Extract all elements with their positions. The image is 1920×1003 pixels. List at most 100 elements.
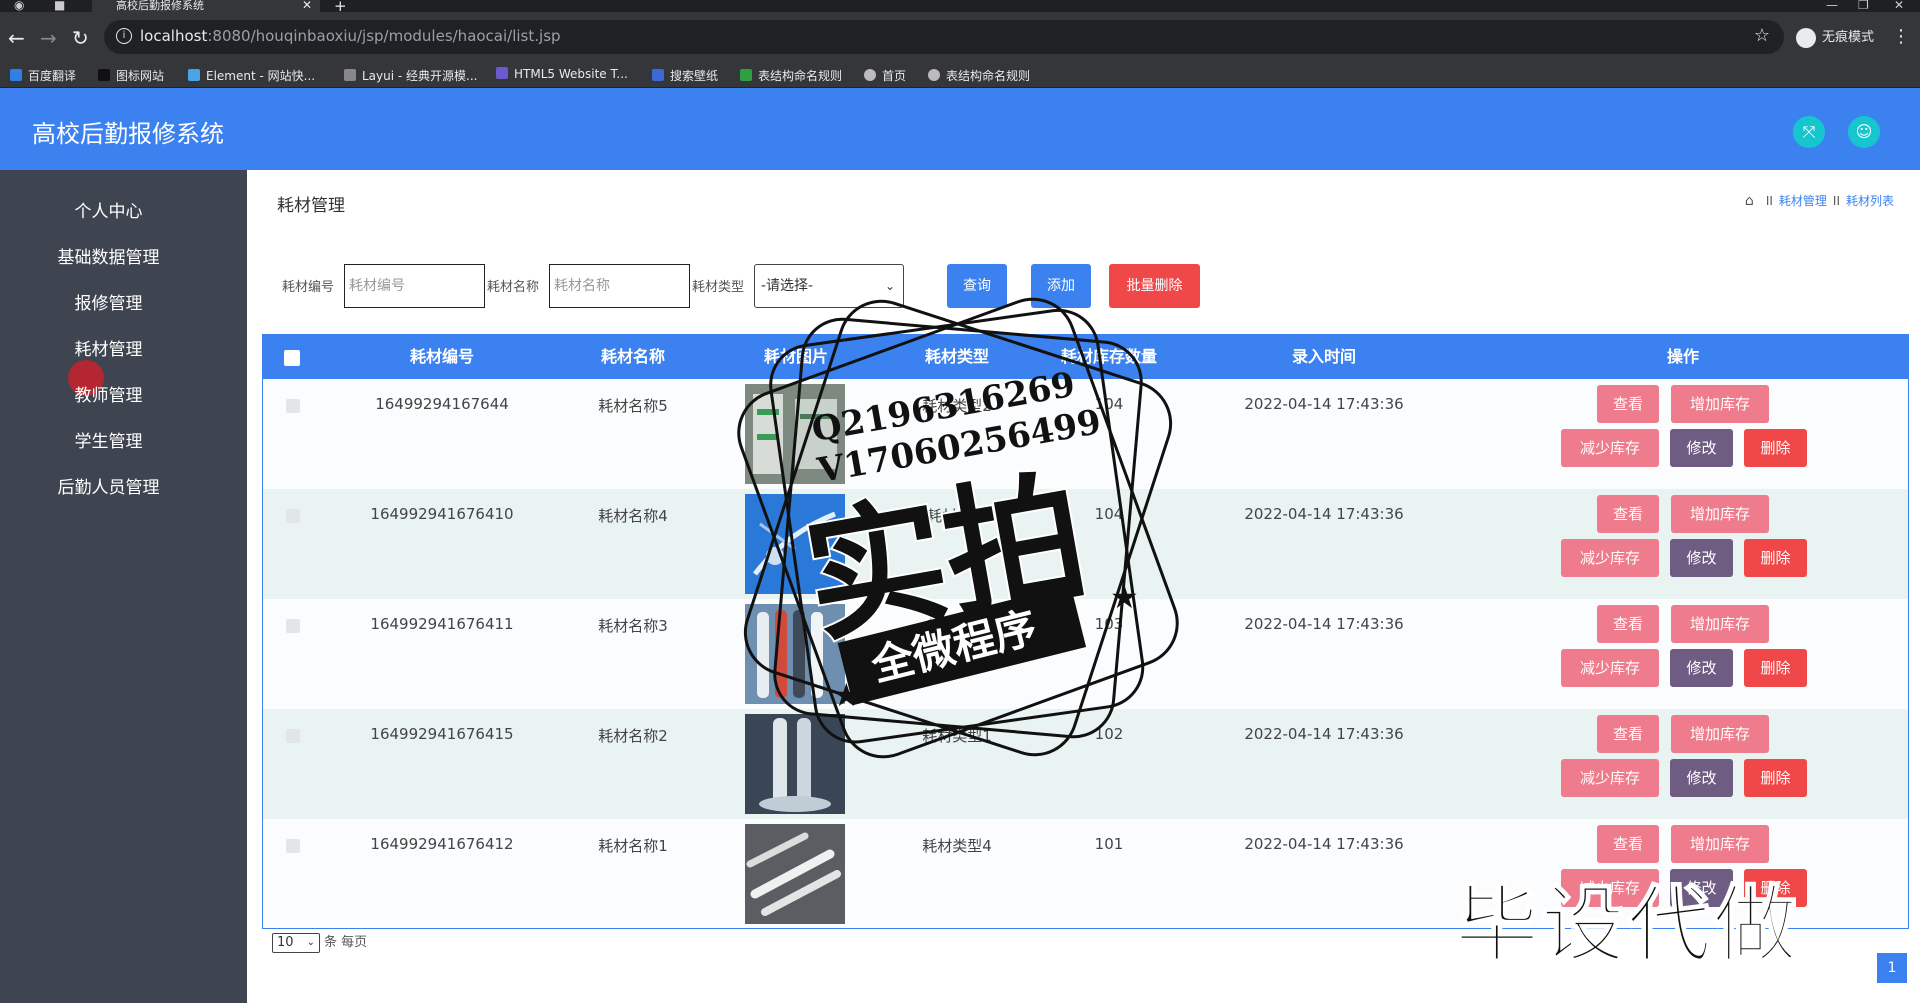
increase-stock-button[interactable]: 增加库存: [1671, 605, 1769, 643]
bookmark-item[interactable]: 表结构命名规则: [928, 67, 1030, 84]
cell-name: 耗材名称1: [598, 837, 668, 855]
cell-name: 耗材名称2: [598, 727, 668, 745]
address-bar[interactable]: i localhost:8080/houqinbaoxiu/jsp/module…: [104, 20, 1784, 54]
cell-stock: 103: [1094, 615, 1124, 633]
browser-logo-icon: ◉: [14, 0, 25, 12]
sidebar-item-students[interactable]: 学生管理: [0, 422, 217, 462]
increase-stock-button[interactable]: 增加库存: [1671, 385, 1769, 423]
row-checkbox[interactable]: [286, 729, 300, 743]
edit-button[interactable]: 修改: [1670, 539, 1733, 577]
name-filter-label: 耗材名称: [487, 280, 540, 295]
bookmark-item[interactable]: Element - 网站快...: [188, 67, 315, 84]
cell-type: 耗材类型2: [922, 397, 992, 415]
page-number-button[interactable]: 1: [1877, 953, 1907, 983]
view-button[interactable]: 查看: [1597, 715, 1659, 753]
column-header: 耗材名称: [600, 347, 666, 366]
window-close-icon[interactable]: ✕: [1894, 0, 1904, 12]
sidebar-item-repair[interactable]: 报修管理: [0, 284, 217, 324]
column-header: 耗材库存数量: [1060, 347, 1158, 366]
forward-icon[interactable]: →: [40, 24, 57, 52]
cell-type: 耗材类型1: [922, 727, 992, 745]
cell-name: 耗材名称5: [598, 397, 668, 415]
delete-button[interactable]: 删除: [1744, 429, 1807, 467]
sidebar-item-logistics-staff[interactable]: 后勤人员管理: [0, 468, 217, 508]
bookmark-item[interactable]: Layui - 经典开源模...: [344, 67, 477, 84]
chevron-down-icon: ⌄: [884, 279, 895, 293]
row-checkbox[interactable]: [286, 839, 300, 853]
bookmark-item[interactable]: 百度翻译: [10, 67, 76, 84]
flag-icon: [98, 69, 110, 81]
edit-button[interactable]: 修改: [1670, 649, 1733, 687]
bookmark-item[interactable]: HTML5 Website T...: [496, 67, 628, 81]
fullscreen-icon[interactable]: ⤧: [1793, 116, 1825, 148]
view-button[interactable]: 查看: [1597, 385, 1659, 423]
view-button[interactable]: 查看: [1597, 605, 1659, 643]
consumable-image: [745, 494, 845, 594]
browser-tab[interactable]: 高校后勤报修系统 ✕: [92, 0, 320, 12]
column-header: 耗材图片: [763, 347, 829, 366]
decrease-stock-button[interactable]: 减少库存: [1561, 429, 1659, 467]
window-icon: ■: [54, 0, 66, 12]
increase-stock-button[interactable]: 增加库存: [1671, 495, 1769, 533]
decrease-stock-button[interactable]: 减少库存: [1561, 649, 1659, 687]
query-button[interactable]: 查询: [947, 264, 1007, 308]
consumable-image: [745, 824, 845, 924]
name-filter-input[interactable]: 耗材名称: [549, 264, 690, 308]
delete-button[interactable]: 删除: [1744, 649, 1807, 687]
translate-icon: [10, 69, 22, 81]
row-checkbox[interactable]: [286, 399, 300, 413]
increase-stock-button[interactable]: 增加库存: [1671, 715, 1769, 753]
page-title: 耗材管理: [277, 196, 345, 216]
cell-stock: 104: [1094, 505, 1124, 523]
watermark-bottom: 毕设代做: [1454, 875, 1800, 975]
sidebar-item-teachers[interactable]: 教师管理: [0, 376, 217, 416]
row-checkbox[interactable]: [286, 619, 300, 633]
browser-tabstrip: ◉ ■ 高校后勤报修系统 ✕ + — ❐ ✕: [0, 0, 1920, 15]
edit-button[interactable]: 修改: [1670, 759, 1733, 797]
breadcrumb-item[interactable]: 耗材管理: [1779, 194, 1827, 208]
edit-button[interactable]: 修改: [1670, 429, 1733, 467]
chevron-down-icon: ⌄: [306, 937, 315, 948]
sidebar-item-basic-data[interactable]: 基础数据管理: [0, 238, 217, 278]
add-button[interactable]: 添加: [1031, 264, 1091, 308]
incognito-indicator[interactable]: 无痕模式: [1796, 26, 1874, 48]
home-icon[interactable]: ⌂: [1745, 193, 1754, 209]
select-all-checkbox[interactable]: [284, 350, 300, 366]
breadcrumb: ⌂ II 耗材管理 II 耗材列表: [1744, 193, 1894, 209]
table-row: 164992941676415 耗材名称2 耗材类型1 102 2022-04-…: [263, 709, 1908, 819]
bookmark-item[interactable]: 搜索壁纸: [652, 67, 718, 84]
bookmark-star-icon[interactable]: ☆: [1754, 25, 1770, 46]
cell-code: 164992941676415: [370, 725, 514, 743]
bookmark-item[interactable]: 图标网站: [98, 67, 164, 84]
batch-delete-button[interactable]: 批量删除: [1109, 264, 1200, 308]
app-header: 高校后勤报修系统 ⤧ ☺: [0, 88, 1920, 170]
code-filter-input[interactable]: 耗材编号: [344, 264, 485, 308]
sidebar-item-consumables[interactable]: 耗材管理: [0, 330, 217, 370]
row-checkbox[interactable]: [286, 509, 300, 523]
sidebar: 个人中心 基础数据管理 报修管理 耗材管理 教师管理 学生管理 后勤人员管理: [0, 170, 247, 1003]
site-info-icon[interactable]: i: [116, 28, 132, 44]
page-size-select[interactable]: 10 ⌄: [272, 933, 320, 953]
browser-menu-icon[interactable]: ⋮: [1892, 26, 1910, 47]
maximize-icon[interactable]: ❐: [1858, 0, 1869, 12]
cell-name: 耗材名称3: [598, 617, 668, 635]
back-icon[interactable]: ←: [8, 24, 25, 52]
user-icon[interactable]: ☺: [1848, 116, 1880, 148]
sidebar-item-profile[interactable]: 个人中心: [0, 192, 217, 232]
decrease-stock-button[interactable]: 减少库存: [1561, 539, 1659, 577]
type-filter-select[interactable]: -请选择- ⌄: [754, 264, 904, 308]
view-button[interactable]: 查看: [1597, 495, 1659, 533]
cell-type: 耗材类型: [926, 617, 988, 635]
minimize-icon[interactable]: —: [1826, 0, 1838, 12]
bookmark-item[interactable]: 首页: [864, 67, 906, 84]
reload-icon[interactable]: ↻: [72, 24, 89, 52]
delete-button[interactable]: 删除: [1744, 759, 1807, 797]
decrease-stock-button[interactable]: 减少库存: [1561, 759, 1659, 797]
cell-stock: 104: [1094, 395, 1124, 413]
tab-title: 高校后勤报修系统: [116, 0, 204, 12]
bookmarks-bar: 百度翻译 图标网站 Element - 网站快... Layui - 经典开源模…: [0, 64, 1920, 88]
per-page-label: 条 每页: [324, 935, 368, 950]
delete-button[interactable]: 删除: [1744, 539, 1807, 577]
tab-close-icon[interactable]: ✕: [302, 0, 312, 11]
bookmark-item[interactable]: 表结构命名规则: [740, 67, 842, 84]
